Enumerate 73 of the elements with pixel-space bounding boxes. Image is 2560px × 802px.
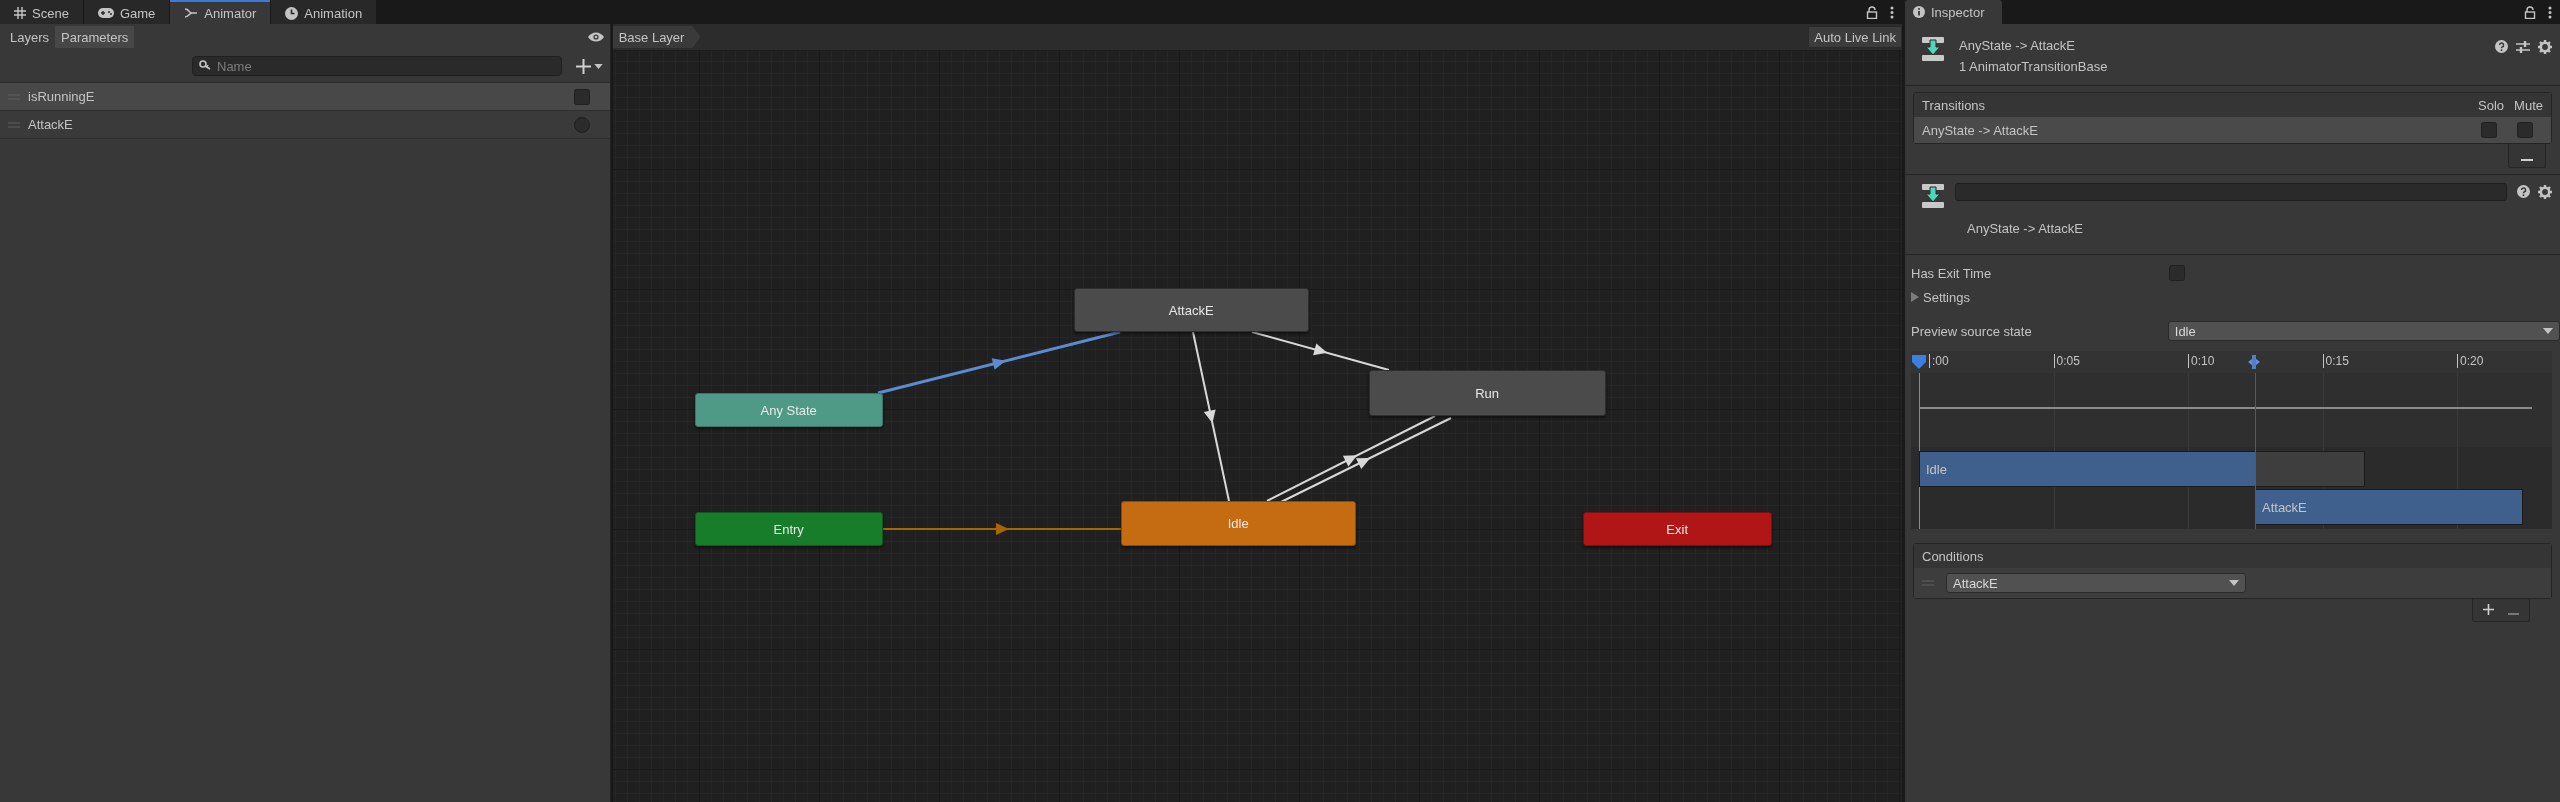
transition-icon bbox=[1921, 36, 1945, 62]
timeline-tick-label: 0:15 bbox=[2322, 354, 2349, 368]
editor-tab[interactable]: Animator bbox=[170, 0, 271, 24]
clip-bar: AttackE bbox=[2255, 489, 2523, 525]
help-icon[interactable] bbox=[2495, 40, 2508, 53]
dropdown-caret-icon bbox=[2543, 328, 2553, 334]
trigger-radio[interactable] bbox=[573, 116, 590, 133]
bool-checkbox[interactable] bbox=[573, 88, 590, 105]
help-icon[interactable] bbox=[2517, 185, 2530, 198]
solo-checkbox[interactable] bbox=[2481, 122, 2497, 138]
minus-icon bbox=[2521, 158, 2533, 161]
inspector-tab[interactable]: Inspector bbox=[1905, 0, 2003, 24]
column-header: Mute bbox=[2514, 97, 2543, 113]
transition-icon bbox=[1921, 183, 1945, 209]
preview-source-dropdown[interactable]: Idle bbox=[2167, 321, 2560, 341]
name-field[interactable] bbox=[1955, 183, 2507, 201]
panel-tab[interactable]: Layers bbox=[4, 26, 56, 48]
column-header: Solo bbox=[2478, 97, 2505, 113]
plus-icon bbox=[576, 58, 591, 74]
editor-tab[interactable]: Scene bbox=[0, 0, 83, 24]
clip-bar: Idle bbox=[1919, 451, 2256, 487]
timeline-tick-label: 0:10 bbox=[2188, 354, 2215, 368]
editor-tab[interactable]: Game bbox=[83, 0, 170, 24]
playhead-marker-icon[interactable] bbox=[1912, 355, 1926, 369]
transition-name: AnyState -> AttackE bbox=[1966, 221, 2084, 236]
info-icon bbox=[1913, 6, 1925, 18]
state-node[interactable]: Exit bbox=[1582, 512, 1772, 546]
branch-icon bbox=[184, 7, 199, 19]
remove-button[interactable] bbox=[2508, 144, 2546, 168]
state-node[interactable]: Run bbox=[1368, 370, 1606, 416]
transition-label: AnyState -> AttackE bbox=[1922, 122, 2039, 138]
collapsed-triangle-icon bbox=[1911, 292, 1919, 302]
property-label: Has Exit Time bbox=[1911, 265, 1993, 281]
eye-icon[interactable] bbox=[587, 32, 604, 42]
list-header: Conditions bbox=[1922, 548, 1984, 564]
auto-live-link-button[interactable]: Auto Live Link bbox=[1808, 26, 1902, 48]
condition-dropdown[interactable]: AttackE bbox=[1946, 573, 2246, 593]
state-node[interactable]: AttackE bbox=[1073, 288, 1309, 332]
lock-icon[interactable] bbox=[1866, 5, 1878, 19]
timeline-tick-label: 0:20 bbox=[2457, 354, 2484, 368]
dropdown-caret-icon bbox=[2229, 580, 2239, 586]
lock-icon[interactable] bbox=[2524, 5, 2536, 19]
gamepad-icon bbox=[97, 8, 114, 18]
has-exit-time-checkbox[interactable] bbox=[2169, 265, 2185, 281]
search-field[interactable]: Name bbox=[192, 56, 562, 76]
timeline-tick-label: :00 bbox=[1929, 354, 1949, 368]
parameter-row[interactable]: isRunningE bbox=[0, 83, 610, 111]
search-icon bbox=[199, 60, 211, 70]
state-node[interactable]: Entry bbox=[694, 512, 883, 546]
parameter-name: isRunningE bbox=[28, 89, 96, 104]
grid-icon bbox=[14, 7, 26, 19]
minus-icon bbox=[2508, 613, 2519, 615]
inspector-subtitle: 1 AnimatorTransitionBase bbox=[1959, 59, 2109, 74]
clock-icon bbox=[285, 6, 299, 20]
transition-row[interactable]: AnyState -> AttackE bbox=[1914, 117, 2551, 143]
menu-icon[interactable] bbox=[1890, 5, 1894, 19]
plus-icon bbox=[2483, 604, 2494, 615]
panel-tab[interactable]: Parameters bbox=[55, 26, 135, 48]
breadcrumb[interactable]: Base Layer bbox=[612, 26, 701, 48]
settings-icon[interactable] bbox=[2538, 40, 2552, 54]
menu-icon[interactable] bbox=[2548, 5, 2552, 19]
dropdown-caret-icon bbox=[594, 63, 603, 69]
parameter-name: AttackE bbox=[28, 117, 74, 132]
mute-checkbox[interactable] bbox=[2517, 122, 2533, 138]
inspector-title: AnyState -> AttackE bbox=[1959, 38, 2076, 53]
list-header: Transitions bbox=[1922, 97, 1987, 113]
add-parameter-button[interactable] bbox=[576, 58, 603, 74]
property-label: Preview source state bbox=[1911, 323, 2033, 339]
settings-icon[interactable] bbox=[2538, 185, 2552, 199]
timeline-tick-label: 0:05 bbox=[2053, 354, 2080, 368]
sliders-icon[interactable] bbox=[2516, 40, 2530, 54]
editor-tab[interactable]: Animation bbox=[271, 0, 377, 24]
settings-foldout[interactable]: Settings bbox=[1911, 285, 1970, 309]
